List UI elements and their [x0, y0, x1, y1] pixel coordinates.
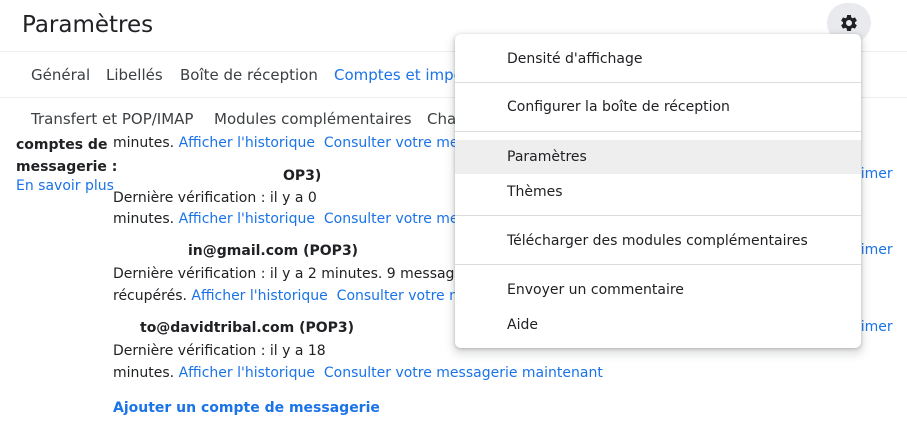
tab-labels[interactable]: Libellés	[106, 66, 163, 84]
menu-item-density[interactable]: Densité d'affichage	[455, 42, 861, 76]
account-1-prefix: minutes.	[113, 135, 179, 151]
account-row-4: minutes. Afficher l'historique Consulter…	[113, 362, 603, 384]
add-account-link[interactable]: Ajouter un compte de messagerie	[113, 400, 380, 416]
menu-divider	[455, 131, 861, 132]
tab-forwarding[interactable]: Transfert et POP/IMAP	[31, 110, 193, 128]
account-2-history-link[interactable]: Afficher l'historique	[179, 211, 315, 227]
account-3-check-link[interactable]: Consulter votre m	[337, 288, 463, 304]
tab-accounts[interactable]: Comptes et impo	[334, 66, 463, 84]
settings-menu: Densité d'affichage Configurer la boîte …	[455, 34, 861, 348]
menu-item-themes[interactable]: Thèmes	[455, 175, 861, 209]
account-4-prefix: minutes.	[113, 365, 179, 381]
tab-general[interactable]: Général	[31, 66, 90, 84]
account-row-2: minutes. Afficher l'historique Consulter…	[113, 208, 466, 230]
tab-chat[interactable]: Cha	[427, 110, 456, 128]
account-4-title: to@davidtribal.com (POP3)	[140, 320, 355, 336]
menu-item-send-feedback[interactable]: Envoyer un commentaire	[455, 273, 861, 307]
menu-item-get-addons[interactable]: Télécharger des modules complémentaires	[455, 224, 861, 258]
account-3-last-check: Dernière vérification : il y a 2 minutes…	[113, 266, 464, 282]
menu-item-settings[interactable]: Paramètres	[455, 140, 861, 174]
account-2-prefix: minutes.	[113, 211, 179, 227]
account-2-title: OP3)	[283, 168, 322, 184]
section-label-line1: comptes de	[16, 137, 108, 153]
section-label-line2: messagerie :	[16, 159, 118, 175]
account-1-check-link[interactable]: Consulter votre mes	[324, 135, 466, 151]
account-3-title: in@gmail.com (POP3)	[188, 243, 359, 259]
menu-divider	[455, 82, 861, 83]
account-4-last-check: Dernière vérification : il y a 18	[113, 343, 326, 359]
menu-item-help[interactable]: Aide	[455, 308, 861, 342]
menu-divider	[455, 264, 861, 265]
tab-addons[interactable]: Modules complémentaires	[214, 110, 412, 128]
account-row-3: récupérés. Afficher l'historique Consult…	[113, 285, 463, 307]
account-2-last-check: Dernière vérification : il y a 0	[113, 190, 317, 206]
account-3-prefix: récupérés.	[113, 288, 192, 304]
page-title: Paramètres	[22, 12, 154, 38]
account-row-1: minutes. Afficher l'historique Consulter…	[113, 132, 466, 154]
account-4-history-link[interactable]: Afficher l'historique	[179, 365, 315, 381]
gear-icon	[841, 14, 857, 31]
account-1-history-link[interactable]: Afficher l'historique	[179, 135, 315, 151]
account-4-check-link[interactable]: Consulter votre messagerie maintenant	[324, 365, 603, 381]
section-label: comptes de messagerie :	[16, 134, 117, 178]
learn-more-link[interactable]: En savoir plus	[16, 178, 114, 194]
account-2-check-link[interactable]: Consulter votre mes	[324, 211, 466, 227]
menu-divider	[455, 215, 861, 216]
account-3-history-link[interactable]: Afficher l'historique	[191, 288, 327, 304]
menu-item-configure-inbox[interactable]: Configurer la boîte de réception	[455, 90, 861, 124]
tab-inbox[interactable]: Boîte de réception	[180, 66, 318, 84]
